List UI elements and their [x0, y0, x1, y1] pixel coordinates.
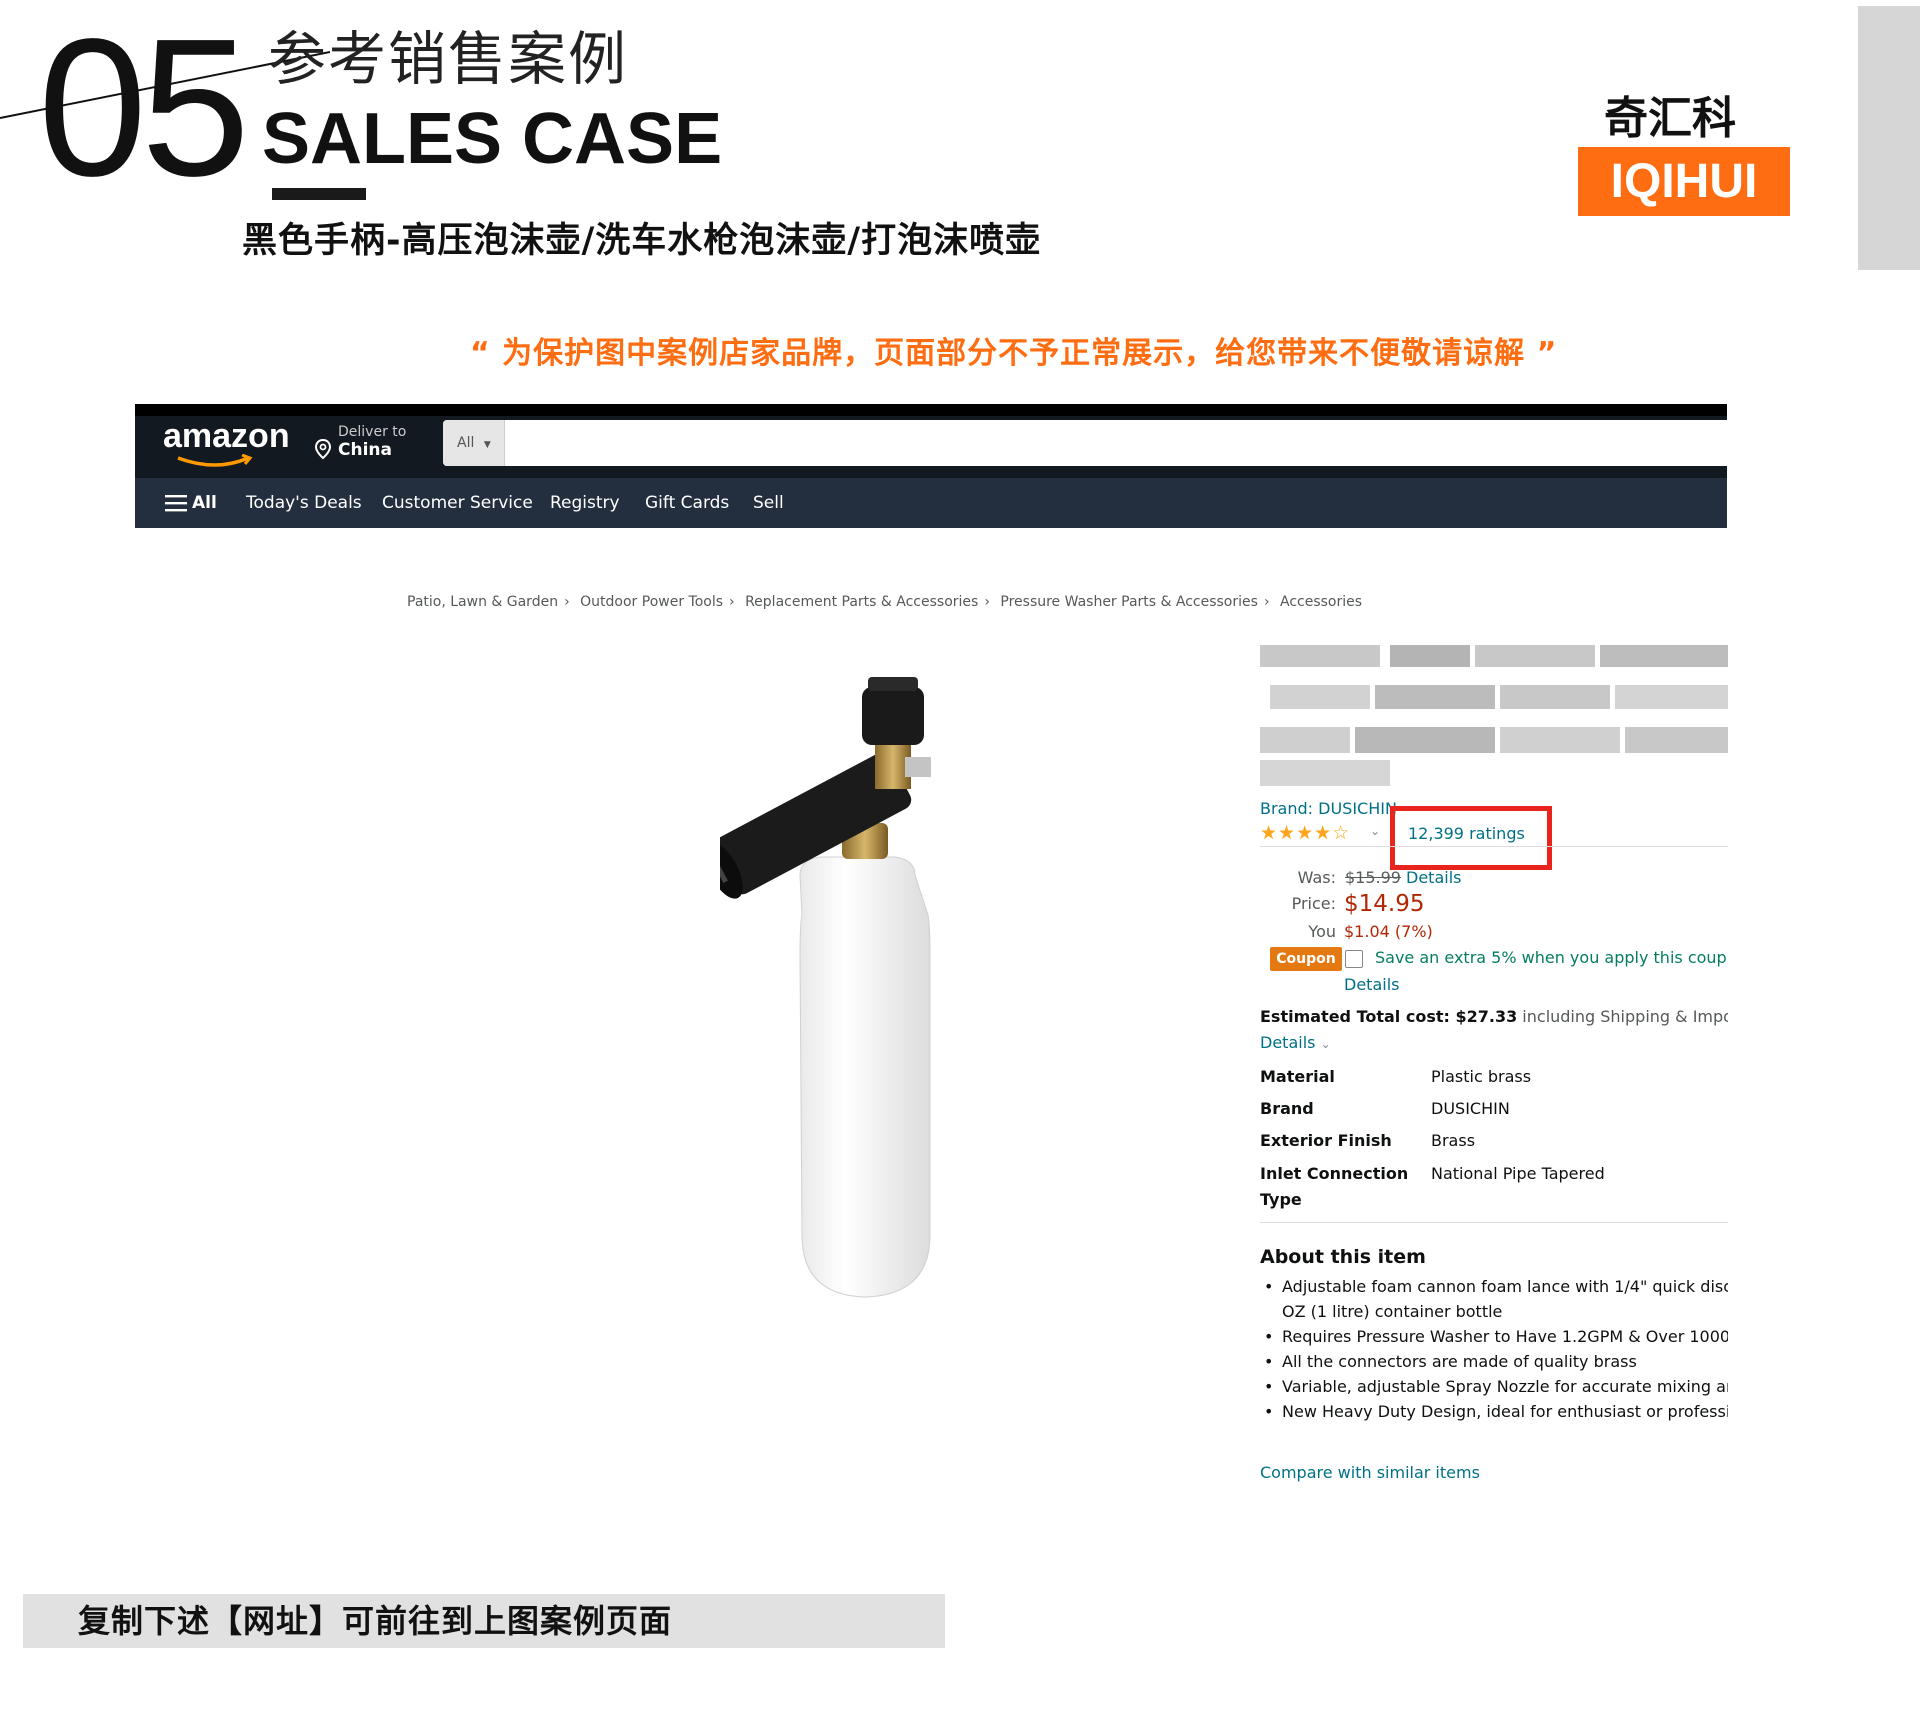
list-item: • Variable, adjustable Spray Nozzle for a… — [1260, 1374, 1728, 1399]
bullet-text: OZ (1 litre) container bottle — [1282, 1302, 1503, 1321]
side-decoration — [1858, 6, 1920, 270]
spec-finish-label: Exterior Finish — [1260, 1131, 1392, 1150]
divider — [1260, 846, 1728, 847]
product-subtitle: 黑色手柄-高压泡沫壶/洗车水枪泡沫壶/打泡沫喷壶 — [242, 221, 1042, 261]
price-value: $14.95 — [1344, 891, 1425, 917]
about-this-item-heading: About this item — [1260, 1246, 1426, 1268]
company-logo-en: IQIHUI — [1578, 147, 1790, 216]
spec-inlet-label: Inlet Connection — [1260, 1164, 1409, 1183]
breadcrumb-separator: › — [984, 594, 990, 610]
amazon-logo[interactable]: amazon — [163, 416, 290, 456]
coupon-text[interactable]: Save an extra 5% when you apply this cou… — [1375, 947, 1727, 969]
title-chinese: 参考销售案例 — [268, 25, 629, 93]
product-image-foam-cannon[interactable] — [720, 665, 1000, 1305]
breadcrumb: Patio, Lawn & Garden › Outdoor Power Tool… — [407, 592, 1368, 612]
breadcrumb-item[interactable]: Pressure Washer Parts & Accessories — [1000, 594, 1258, 610]
deliver-to-label[interactable]: Deliver to — [338, 424, 406, 440]
estimated-total: Estimated Total cost: $27.33 including S… — [1260, 1006, 1728, 1028]
privacy-notice: “ 为保护图中案例店家品牌，页面部分不予正常展示，给您带来不便敬请谅解 ” — [470, 336, 1558, 371]
highlight-box — [1390, 806, 1552, 870]
location-pin-icon — [314, 438, 332, 460]
estimated-details-link[interactable]: Details ⌄ — [1260, 1032, 1331, 1055]
breadcrumb-separator: › — [729, 594, 735, 610]
nav-gift-cards[interactable]: Gift Cards — [645, 478, 729, 528]
about-bullets: • Adjustable foam cannon foam lance with … — [1260, 1274, 1728, 1424]
list-item: • New Heavy Duty Design, ideal for enthus… — [1260, 1399, 1728, 1424]
was-label: Was: — [1297, 868, 1336, 887]
spec-brand-label: Brand — [1260, 1099, 1314, 1118]
breadcrumb-item[interactable]: Outdoor Power Tools — [580, 594, 723, 610]
spec-inlet-value: National Pipe Tapered — [1431, 1164, 1605, 1183]
deliver-to-value[interactable]: China — [338, 440, 392, 460]
nav-registry[interactable]: Registry — [550, 478, 620, 528]
copy-url-text: 复制下述【网址】可前往到上图案例页面 — [78, 1602, 673, 1640]
bullet-text: Requires Pressure Washer to Have 1.2GPM … — [1282, 1327, 1728, 1346]
bullet-text: All the connectors are made of quality b… — [1282, 1352, 1637, 1371]
amazon-smile-icon — [177, 454, 253, 467]
chevron-down-icon[interactable]: ⌄ — [1370, 824, 1380, 838]
amazon-top-strip — [135, 404, 1727, 416]
blurred-product-title — [1260, 645, 1728, 786]
bullet-text: Variable, adjustable Spray Nozzle for ac… — [1282, 1377, 1728, 1396]
search-category-select[interactable]: All ▼ — [443, 420, 505, 466]
title-underline — [272, 188, 366, 200]
search-input[interactable] — [443, 420, 1727, 466]
estimated-total-note: including Shipping & Import — [1517, 1007, 1728, 1026]
search-category-label: All — [457, 435, 475, 451]
breadcrumb-separator: › — [564, 594, 570, 610]
list-item: OZ (1 litre) container bottle — [1260, 1299, 1728, 1324]
chevron-down-icon: ⌄ — [1320, 1037, 1331, 1051]
nav-all[interactable]: All — [192, 478, 217, 528]
brand-link[interactable]: Brand: DUSICHIN — [1260, 799, 1397, 819]
price-label: Price: — [1291, 894, 1336, 913]
title-english: SALES CASE — [262, 99, 723, 179]
estimated-total-value: Estimated Total cost: $27.33 — [1260, 1007, 1518, 1026]
spec-brand-value: DUSICHIN — [1431, 1099, 1510, 1118]
nav-customer-service[interactable]: Customer Service — [382, 478, 533, 528]
coupon-badge: Coupon — [1270, 947, 1342, 971]
spec-inlet-label-line2: Type — [1260, 1190, 1302, 1209]
you-save-value: $1.04 (7%) — [1344, 922, 1433, 941]
list-item: • Requires Pressure Washer to Have 1.2GPM… — [1260, 1324, 1728, 1349]
coupon-checkbox[interactable] — [1345, 950, 1363, 968]
spec-material-value: Plastic brass — [1431, 1067, 1532, 1086]
coupon-details-link[interactable]: Details — [1344, 974, 1399, 996]
was-price: $15.99 — [1345, 868, 1401, 887]
breadcrumb-item[interactable]: Accessories — [1280, 594, 1362, 610]
spec-finish-value: Brass — [1431, 1131, 1476, 1150]
nav-todays-deals[interactable]: Today's Deals — [246, 478, 362, 528]
nav-sell[interactable]: Sell — [753, 478, 784, 528]
menu-icon[interactable] — [165, 494, 187, 512]
compare-similar-link[interactable]: Compare with similar items — [1260, 1462, 1480, 1484]
spec-material-label: Material — [1260, 1067, 1335, 1086]
breadcrumb-separator: › — [1263, 594, 1270, 610]
divider — [1260, 1222, 1728, 1223]
breadcrumb-item[interactable]: Replacement Parts & Accessories — [745, 594, 978, 610]
estimated-details-label[interactable]: Details — [1260, 1033, 1315, 1052]
breadcrumb-item[interactable]: Patio, Lawn & Garden — [407, 594, 558, 610]
was-details-link[interactable]: Details — [1406, 867, 1461, 889]
amazon-nav-bar — [135, 478, 1727, 528]
bullet-text: New Heavy Duty Design, ideal for enthusi… — [1282, 1402, 1728, 1421]
list-item: • All the connectors are made of quality … — [1264, 1352, 1637, 1371]
list-item: • Adjustable foam cannon foam lance with … — [1260, 1274, 1728, 1299]
star-rating-icon[interactable]: ★★★★☆ — [1260, 822, 1350, 844]
chevron-down-icon: ▼ — [483, 440, 491, 450]
bullet-text: Adjustable foam cannon foam lance with 1… — [1282, 1277, 1728, 1296]
